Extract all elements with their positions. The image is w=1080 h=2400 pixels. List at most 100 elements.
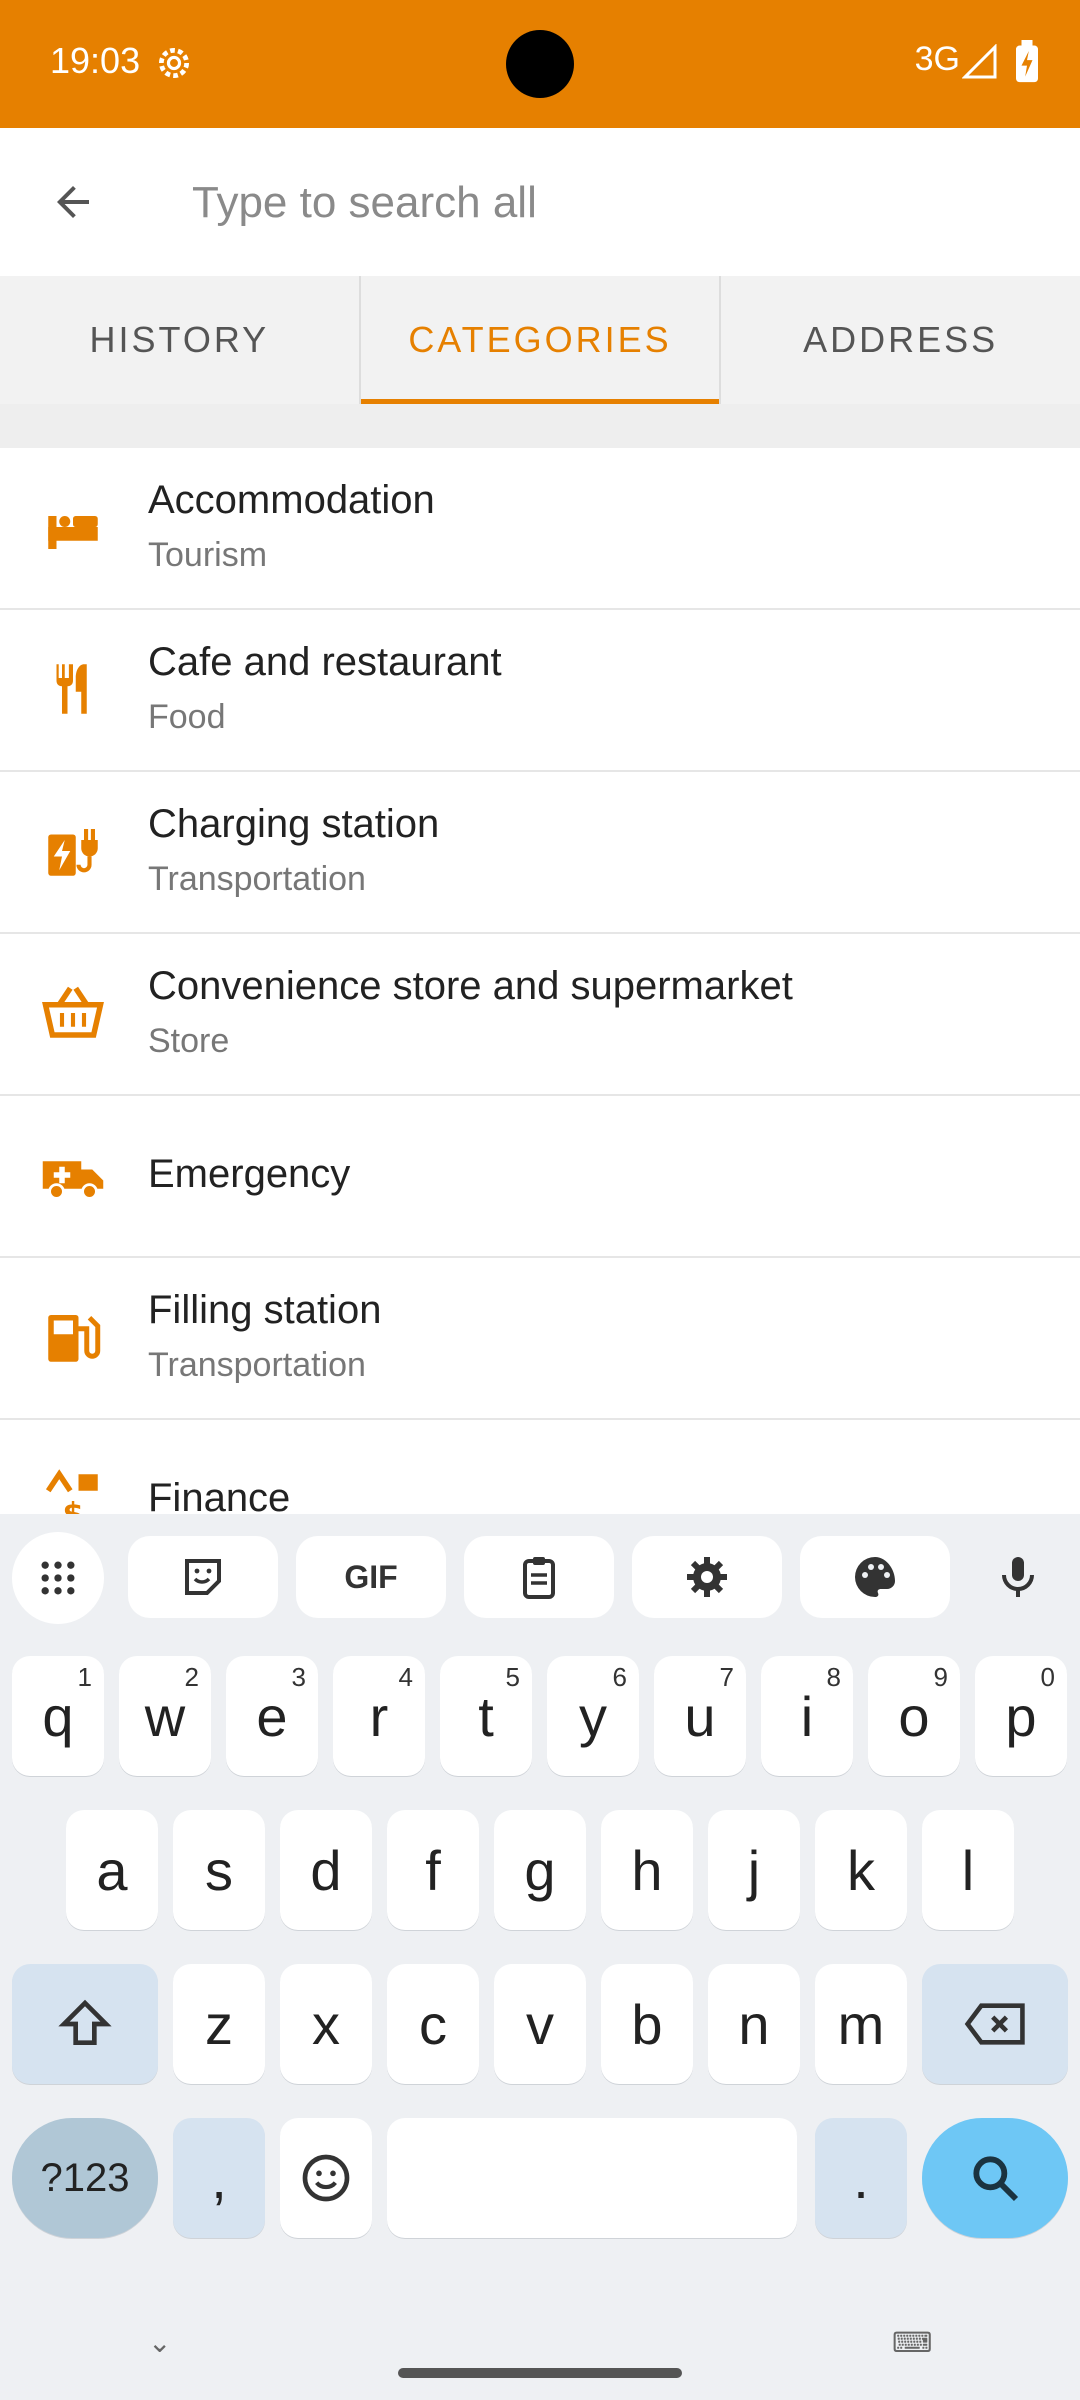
apps-grid-icon xyxy=(41,1561,75,1595)
keyboard-settings-button[interactable] xyxy=(632,1536,782,1618)
key-u[interactable]: u7 xyxy=(654,1656,746,1776)
key-i[interactable]: i8 xyxy=(761,1656,853,1776)
category-item-charging[interactable]: Charging station Transportation xyxy=(0,772,1080,934)
key-s[interactable]: s xyxy=(173,1810,265,1930)
battery-icon xyxy=(1016,40,1038,83)
key-m[interactable]: m xyxy=(815,1964,907,2084)
settings-gear-icon xyxy=(158,47,190,79)
shift-arrow-icon xyxy=(58,1999,112,2045)
category-item-filling-station[interactable]: Filling station Transportation xyxy=(0,1258,1080,1420)
category-title: Filling station xyxy=(148,1288,382,1332)
hide-keyboard-chevron-icon[interactable]: ⌄ xyxy=(148,2326,171,2359)
key-d[interactable]: d xyxy=(280,1810,372,1930)
key-p[interactable]: p0 xyxy=(975,1656,1067,1776)
keyboard-toolbar: GIF xyxy=(0,1514,1080,1632)
category-subtitle: Food xyxy=(148,698,226,736)
key-b[interactable]: b xyxy=(601,1964,693,2084)
key-q[interactable]: q1 xyxy=(12,1656,104,1776)
category-subtitle: Transportation xyxy=(148,1346,366,1384)
search-input[interactable] xyxy=(190,148,1054,258)
palette-icon xyxy=(855,1557,895,1597)
arrow-left-icon xyxy=(57,186,89,218)
shopping-basket-icon xyxy=(42,986,104,1038)
status-bar: 19:03 3G xyxy=(0,0,1080,128)
space-key[interactable] xyxy=(387,2118,797,2238)
search-icon xyxy=(973,2156,1019,2202)
category-item-finance[interactable]: $ Finance xyxy=(0,1420,1080,1514)
period-key[interactable]: . xyxy=(815,2118,907,2238)
settings-icon xyxy=(687,1557,727,1597)
svg-text:$: $ xyxy=(62,1497,83,1514)
key-e[interactable]: e3 xyxy=(226,1656,318,1776)
category-title: Convenience store and supermarket xyxy=(148,964,793,1008)
key-t[interactable]: t5 xyxy=(440,1656,532,1776)
category-title: Finance xyxy=(148,1476,291,1514)
currency-icon: $ xyxy=(45,1469,98,1514)
clipboard-icon xyxy=(523,1557,555,1599)
on-screen-keyboard: GIF q 1 w 2 e 3 r 4 t 5 y 6 u 7 i 8 o 9 … xyxy=(0,1514,1080,2400)
key-n[interactable]: n xyxy=(708,1964,800,2084)
key-c[interactable]: c xyxy=(387,1964,479,2084)
gif-label: GIF xyxy=(344,1558,398,1595)
signal-icon xyxy=(962,44,997,79)
tab-history[interactable]: HISTORY xyxy=(0,276,359,404)
category-title: Charging station xyxy=(148,802,440,846)
tab-address[interactable]: ADDRESS xyxy=(721,276,1080,404)
apps-grid-button[interactable] xyxy=(12,1532,104,1624)
clipboard-button[interactable] xyxy=(464,1536,614,1618)
category-item-cafe[interactable]: Cafe and restaurant Food xyxy=(0,610,1080,772)
category-subtitle: Transportation xyxy=(148,860,366,898)
key-z[interactable]: z xyxy=(173,1964,265,2084)
emoji-key[interactable] xyxy=(280,2118,372,2238)
keyboard-switcher-icon[interactable]: ⌨ xyxy=(892,2326,932,2359)
charging-plug-icon xyxy=(48,829,98,876)
category-title: Emergency xyxy=(148,1152,351,1196)
key-j[interactable]: j xyxy=(708,1810,800,1930)
key-w[interactable]: w2 xyxy=(119,1656,211,1776)
ambulance-icon xyxy=(42,1161,104,1200)
comma-key[interactable]: , xyxy=(173,2118,265,2238)
tab-bar: HISTORY CATEGORIES ADDRESS xyxy=(0,276,1080,404)
backspace-key[interactable] xyxy=(922,1964,1068,2084)
divider xyxy=(0,404,1080,448)
key-v[interactable]: v xyxy=(494,1964,586,2084)
emoji-icon xyxy=(302,2154,350,2202)
fork-knife-icon xyxy=(56,664,87,714)
key-y[interactable]: y6 xyxy=(547,1656,639,1776)
symbols-key[interactable]: ?123 xyxy=(12,2118,158,2238)
camera-cutout xyxy=(506,30,574,98)
voice-input-button[interactable] xyxy=(968,1536,1068,1618)
key-k[interactable]: k xyxy=(815,1810,907,1930)
tab-categories[interactable]: CATEGORIES xyxy=(358,276,722,404)
key-g[interactable]: g xyxy=(494,1810,586,1930)
theme-button[interactable] xyxy=(800,1536,950,1618)
backspace-icon xyxy=(964,2003,1025,2045)
category-item-emergency[interactable]: Emergency xyxy=(0,1096,1080,1258)
sticker-icon xyxy=(185,1559,221,1595)
home-gesture-bar[interactable] xyxy=(398,2368,682,2378)
key-h[interactable]: h xyxy=(601,1810,693,1930)
key-f[interactable]: f xyxy=(387,1810,479,1930)
category-item-convenience-store[interactable]: Convenience store and supermarket Store xyxy=(0,934,1080,1096)
search-action-key[interactable] xyxy=(922,2118,1068,2238)
key-x[interactable]: x xyxy=(280,1964,372,2084)
fuel-pump-icon xyxy=(48,1315,101,1362)
category-title: Cafe and restaurant xyxy=(148,640,502,684)
shift-key[interactable] xyxy=(12,1964,158,2084)
key-l[interactable]: l xyxy=(922,1810,1014,1930)
status-time: 19:03 xyxy=(50,40,141,81)
microphone-icon xyxy=(1002,1557,1034,1597)
gif-button[interactable]: GIF xyxy=(296,1536,446,1618)
category-item-accommodation[interactable]: Accommodation Tourism xyxy=(0,448,1080,610)
category-title: Accommodation xyxy=(148,478,435,522)
key-a[interactable]: a xyxy=(66,1810,158,1930)
category-subtitle: Tourism xyxy=(148,536,268,574)
key-r[interactable]: r4 xyxy=(333,1656,425,1776)
search-bar xyxy=(0,128,1080,277)
bed-icon xyxy=(48,516,98,549)
back-button[interactable] xyxy=(0,128,146,276)
category-list: Accommodation Tourism Cafe and restauran… xyxy=(0,448,1080,1514)
network-type: 3G xyxy=(914,40,960,78)
key-o[interactable]: o9 xyxy=(868,1656,960,1776)
sticker-button[interactable] xyxy=(128,1536,278,1618)
